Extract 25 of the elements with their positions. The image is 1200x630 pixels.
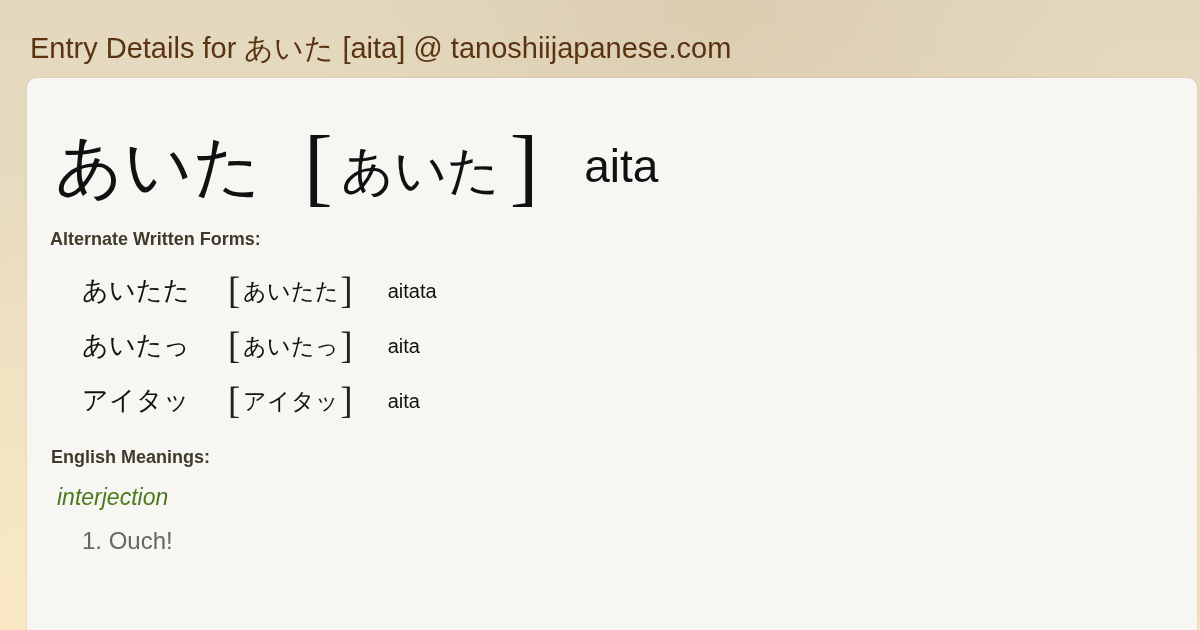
reading-text: あいたた: [243, 280, 340, 303]
close-bracket: ]: [340, 272, 353, 309]
close-bracket: ]: [509, 123, 539, 209]
written-form: あいたた: [82, 277, 191, 304]
written-form: あいたっ: [82, 332, 191, 359]
close-bracket: ]: [340, 327, 353, 364]
romaji-text: aita: [387, 390, 420, 411]
open-bracket: [: [228, 327, 241, 364]
open-bracket: [: [228, 382, 241, 419]
written-form: アイタッ: [82, 387, 191, 414]
open-bracket: [: [228, 272, 241, 309]
part-of-speech: interjection: [57, 484, 169, 510]
section-heading: English Meanings:: [51, 447, 210, 468]
reading-text: アイタッ: [243, 390, 340, 413]
reading-text: あいたっ: [243, 335, 340, 358]
close-bracket: ]: [340, 382, 353, 419]
meaning-text: 1. Ouch!: [82, 527, 173, 554]
headword: あいた: [55, 132, 262, 200]
romaji-text: aita: [387, 335, 420, 356]
reading-text: あいた: [340, 145, 500, 197]
romaji-text: aita: [584, 143, 659, 189]
open-bracket: [: [304, 123, 333, 209]
romaji-text: aitata: [387, 280, 437, 301]
section-heading: Alternate Written Forms:: [50, 229, 261, 250]
page-title: Entry Details for あいた [aita] @ tanoshiijapanese.com: [30, 31, 732, 66]
